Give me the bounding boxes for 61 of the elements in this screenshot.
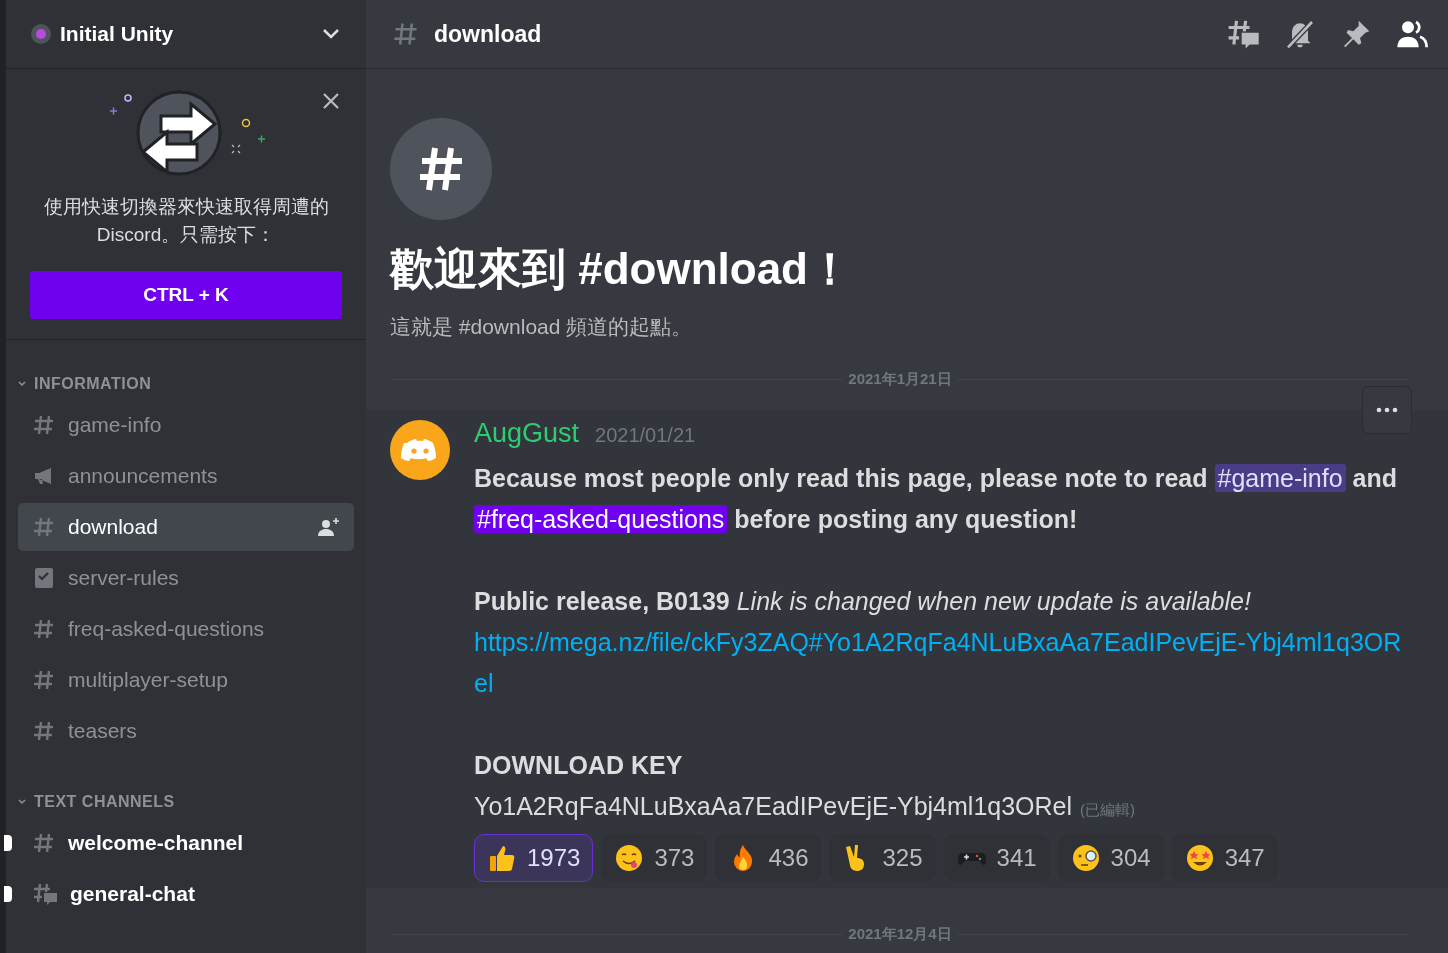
reaction-button[interactable]: 436 <box>715 834 822 882</box>
reaction-button[interactable]: 341 <box>943 834 1050 882</box>
unread-indicator <box>4 886 12 902</box>
hash-icon <box>32 831 56 855</box>
channel-item[interactable]: freq-asked-questions <box>18 605 354 653</box>
reaction-button[interactable]: 373 <box>601 834 708 882</box>
reaction-button[interactable]: 304 <box>1057 834 1164 882</box>
category-header[interactable]: TEXT CHANNELS <box>18 788 354 816</box>
star-eyes-face-icon <box>1184 843 1215 873</box>
welcome-subtitle: 這就是 #download 頻道的起點。 <box>390 314 694 340</box>
close-icon <box>322 92 340 110</box>
members-icon[interactable] <box>1396 18 1428 50</box>
thread-icon <box>32 881 58 907</box>
hash-icon <box>32 413 56 437</box>
chevron-down-icon <box>18 381 26 387</box>
quick-switcher-tip: 使用快速切換器來快速取得周遭的 Discord。只需按下： <box>42 195 330 247</box>
rules-icon <box>32 566 56 590</box>
add-member-icon[interactable] <box>318 518 340 536</box>
channel-mention[interactable]: #freq-asked-questions <box>474 505 728 533</box>
channel-item[interactable]: game-info <box>18 401 354 449</box>
muted-bell-icon[interactable] <box>1284 18 1316 50</box>
channel-mention[interactable]: #game-info <box>1214 464 1346 492</box>
monocle-face-icon <box>1070 843 1101 873</box>
server-header[interactable]: Initial Unity <box>6 0 366 68</box>
server-icon <box>30 23 52 45</box>
download-link[interactable]: https://mega.nz/file/ckFy3ZAQ#Yo1A2RqFa4NLuBxaAa7EadIPevEjE-Ybj4ml1q3ORel <box>474 622 1412 704</box>
thumbs-up-icon <box>487 843 517 873</box>
hash-icon <box>32 617 56 641</box>
message-text: Because most people only read this page, please note to read #game-info and #freq-asked-questions before posting any question! <box>474 463 1398 535</box>
edited-label: (已編輯) <box>1080 800 1136 820</box>
welcome-title: 歡迎來到 #download！ <box>390 243 853 295</box>
channel-title: download <box>434 20 543 48</box>
download-key: Yo1A2RqFa4NLuBxaAa7EadIPevEjE-Ybj4ml1q3ORel <box>474 786 1073 827</box>
hash-icon <box>32 515 56 539</box>
category-header[interactable]: INFORMATION <box>18 370 354 398</box>
more-icon <box>1376 407 1398 413</box>
channel-item[interactable]: teasers <box>18 707 354 755</box>
channel-item[interactable]: general-chat <box>18 870 354 918</box>
timestamp: 2021/01/21 <box>595 424 696 447</box>
unread-indicator <box>4 835 12 851</box>
channel-item[interactable]: server-rules <box>18 554 354 602</box>
channel-item[interactable]: announcements <box>18 452 354 500</box>
chevron-down-icon <box>322 28 340 40</box>
avatar-icon[interactable] <box>390 420 450 480</box>
hash-icon <box>32 719 56 743</box>
channel-item[interactable]: download <box>18 503 354 551</box>
hash-icon <box>32 668 56 692</box>
tongue-face-icon <box>614 843 645 873</box>
shortcut-button[interactable]: CTRL + K <box>30 271 342 319</box>
channel-item[interactable]: welcome-channel <box>18 819 354 867</box>
reaction-button[interactable]: 325 <box>829 834 936 882</box>
channel-item[interactable]: multiplayer-setup <box>18 656 354 704</box>
chevron-down-icon <box>18 799 26 805</box>
author-name[interactable]: AugGust <box>474 418 580 449</box>
channel-hash-icon <box>390 118 492 220</box>
server-name: Initial Unity <box>60 22 175 46</box>
key-heading: DOWNLOAD KEY <box>474 750 684 781</box>
reaction-button[interactable]: 347 <box>1171 834 1278 882</box>
hash-icon <box>392 20 420 48</box>
reaction-button[interactable]: 1973 <box>474 834 594 882</box>
release-note: Public release, B0139 Link is changed when new update is available! <box>474 586 1252 617</box>
